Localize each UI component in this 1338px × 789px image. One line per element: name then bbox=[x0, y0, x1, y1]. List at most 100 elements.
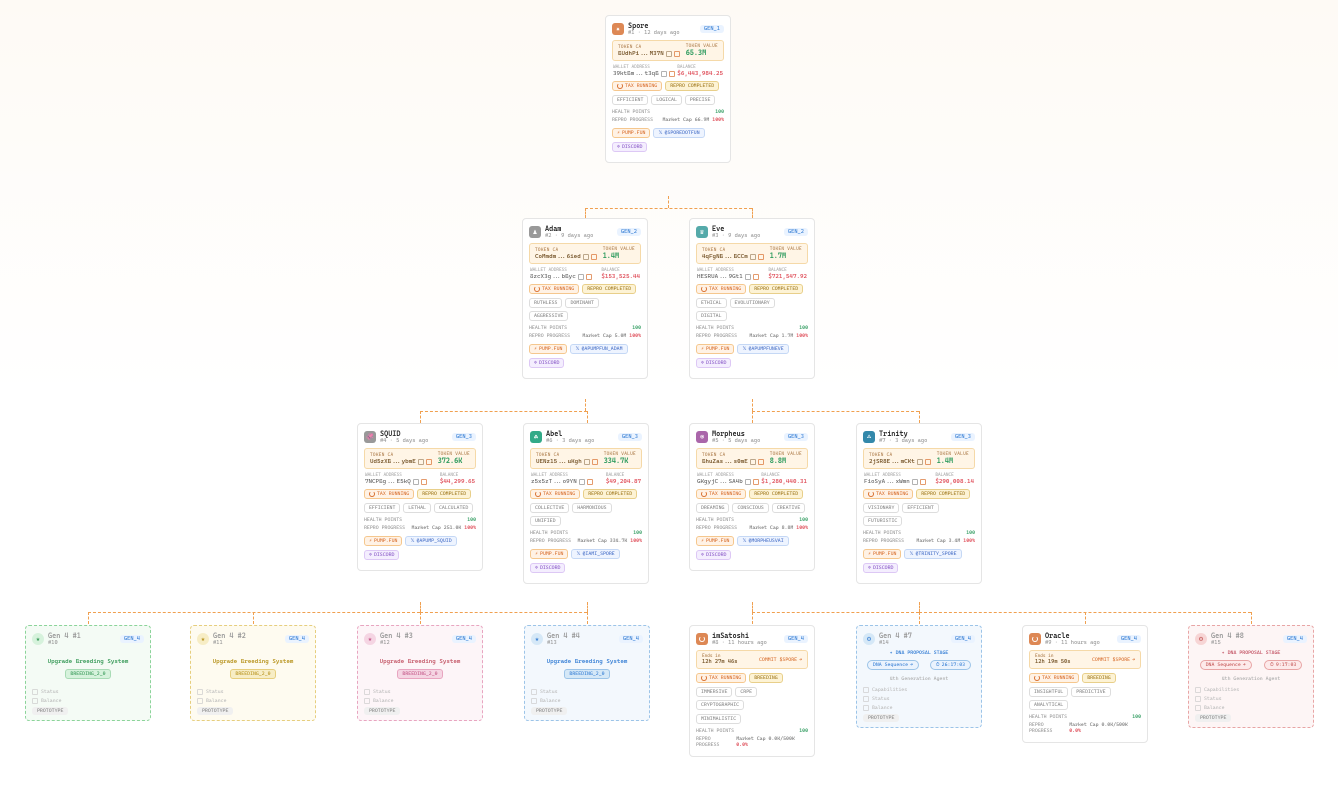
connector bbox=[752, 602, 753, 612]
agent-meta: #1 · 12 days ago bbox=[628, 30, 680, 36]
copy-icon[interactable] bbox=[579, 479, 585, 485]
star-icon: ★ bbox=[364, 633, 376, 645]
copy-icon[interactable] bbox=[745, 274, 751, 280]
copy-icon[interactable] bbox=[917, 459, 923, 465]
pumpfun-link[interactable]: PUMP.FUN bbox=[364, 536, 402, 546]
gear-icon: ⚙ bbox=[1195, 633, 1207, 645]
copy-icon[interactable] bbox=[666, 51, 672, 57]
dna-proposal-card[interactable]: ⚙Gen 4 #7#14GEN_4 ✦ DNA PROPOSAL STAGE D… bbox=[856, 625, 982, 728]
external-link-icon[interactable] bbox=[421, 479, 427, 485]
discord-link[interactable]: DISCORD bbox=[530, 563, 565, 573]
dna-sequence-button[interactable]: DNA Sequence → bbox=[1200, 660, 1252, 670]
ghost-status: Status bbox=[32, 689, 144, 695]
external-link-icon[interactable] bbox=[592, 459, 598, 465]
copy-icon[interactable] bbox=[750, 254, 756, 260]
star-icon: ★ bbox=[197, 633, 209, 645]
dna-sequence-button[interactable]: DNA Sequence → bbox=[867, 660, 919, 670]
discord-icon bbox=[617, 144, 620, 150]
connector bbox=[253, 612, 254, 624]
external-link-icon[interactable] bbox=[591, 254, 597, 260]
discord-link[interactable]: DISCORD bbox=[529, 358, 564, 368]
proposal-card[interactable]: ★Gen 4 #4#13GEN_4 Upgrade Breeding Syste… bbox=[524, 625, 650, 721]
x-link[interactable]: @MORPHEUSVAI bbox=[737, 536, 788, 546]
pumpfun-link[interactable]: PUMP.FUN bbox=[529, 344, 567, 354]
external-link-icon[interactable] bbox=[920, 479, 926, 485]
pumpfun-link[interactable]: PUMP.FUN bbox=[530, 549, 568, 559]
connector bbox=[919, 602, 920, 612]
avatar bbox=[696, 633, 708, 645]
agent-card-trinity[interactable]: △Trinity#7 · 3 days agoGEN_3 TOKEN CA2jS… bbox=[856, 423, 982, 584]
trait-pill: PRECISE bbox=[685, 95, 716, 105]
proposal-card[interactable]: ★Gen 4 #3#12GEN_4 Upgrade Breeding Syste… bbox=[357, 625, 483, 721]
discord-link[interactable]: DISCORD bbox=[612, 142, 647, 152]
copy-icon[interactable] bbox=[413, 479, 419, 485]
external-link-icon[interactable] bbox=[758, 254, 764, 260]
proposal-card[interactable]: ★Gen 4 #1#10GEN_4 Upgrade Breeding Syste… bbox=[25, 625, 151, 721]
agent-card-imsatoshi[interactable]: imSatoshi#8 · 11 hours agoGEN_4 Ends in1… bbox=[689, 625, 815, 757]
copy-icon[interactable] bbox=[750, 459, 756, 465]
avatar bbox=[1029, 633, 1041, 645]
gen-tag: GEN_1 bbox=[700, 25, 724, 33]
copy-icon[interactable] bbox=[418, 459, 424, 465]
x-link[interactable]: @APUMPFUN_ADAM bbox=[570, 344, 627, 354]
x-link[interactable]: @SPOREDOTFUN bbox=[653, 128, 704, 138]
discord-link[interactable]: DISCORD bbox=[863, 563, 898, 573]
dna-proposal-card[interactable]: ⚙Gen 4 #8#15GEN_4 ✦ DNA PROPOSAL STAGE D… bbox=[1188, 625, 1314, 728]
connector bbox=[919, 612, 920, 624]
avatar: 🦑 bbox=[364, 431, 376, 443]
pumpfun-link[interactable]: PUMP.FUN bbox=[612, 128, 650, 138]
connector bbox=[752, 612, 919, 613]
commit-spore-button[interactable]: COMMIT $SPORE → bbox=[759, 657, 802, 663]
connector bbox=[420, 602, 421, 612]
prototype-pill: PROTOTYPE bbox=[32, 707, 68, 715]
copy-icon[interactable] bbox=[745, 479, 751, 485]
connector bbox=[88, 612, 89, 624]
bolt-icon bbox=[617, 130, 620, 136]
pumpfun-link[interactable]: PUMP.FUN bbox=[696, 344, 734, 354]
external-link-icon[interactable] bbox=[753, 479, 759, 485]
avatar: ◉ bbox=[696, 431, 708, 443]
external-link-icon[interactable] bbox=[586, 274, 592, 280]
external-link-icon[interactable] bbox=[587, 479, 593, 485]
copy-icon[interactable] bbox=[661, 71, 667, 77]
external-link-icon[interactable] bbox=[426, 459, 432, 465]
tax-running-pill: TAX RUNNING bbox=[612, 81, 662, 91]
ghost-balance: Balance bbox=[32, 698, 144, 704]
copy-icon[interactable] bbox=[912, 479, 918, 485]
external-link-icon[interactable] bbox=[758, 459, 764, 465]
agent-card-adam[interactable]: ♟ Adam#2 · 9 days ago GEN_2 TOKEN CACoMm… bbox=[522, 218, 648, 379]
copy-icon[interactable] bbox=[578, 274, 584, 280]
external-link-icon[interactable] bbox=[669, 71, 675, 77]
proposal-card[interactable]: ★Gen 4 #2#11GEN_4 Upgrade Breeding Syste… bbox=[190, 625, 316, 721]
agent-card-spore[interactable]: ✷ Spore #1 · 12 days ago GEN_1 TOKEN CAB… bbox=[605, 15, 731, 163]
x-link[interactable]: @TRINITY_SPORE bbox=[904, 549, 961, 559]
commit-spore-button[interactable]: COMMIT $SPORE → bbox=[1092, 657, 1135, 663]
agent-card-oracle[interactable]: Oracle#9 · 11 hours agoGEN_4 Ends in12h … bbox=[1022, 625, 1148, 743]
pumpfun-link[interactable]: PUMP.FUN bbox=[863, 549, 901, 559]
agent-card-squid[interactable]: 🦑SQUID#4 · 5 days agoGEN_3 TOKEN CAUd5zX… bbox=[357, 423, 483, 571]
external-link-icon[interactable] bbox=[674, 51, 680, 57]
discord-link[interactable]: DISCORD bbox=[696, 358, 731, 368]
x-link[interactable]: @IAMI_SPORE bbox=[571, 549, 619, 559]
discord-link[interactable]: DISCORD bbox=[696, 550, 731, 560]
connector bbox=[919, 411, 920, 423]
x-link[interactable]: @APUMPFUNEVE bbox=[737, 344, 788, 354]
agent-card-morpheus[interactable]: ◉Morpheus#5 · 5 days agoGEN_3 TOKEN CABh… bbox=[689, 423, 815, 571]
copy-icon[interactable] bbox=[583, 254, 589, 260]
gear-icon: ⚙ bbox=[863, 633, 875, 645]
x-link[interactable]: @APUMP_SQUID bbox=[405, 536, 456, 546]
connector bbox=[420, 411, 587, 412]
discord-link[interactable]: DISCORD bbox=[364, 550, 399, 560]
capabilities-icon bbox=[863, 687, 869, 693]
pumpfun-link[interactable]: PUMP.FUN bbox=[696, 536, 734, 546]
connector bbox=[1085, 612, 1086, 624]
copy-icon[interactable] bbox=[584, 459, 590, 465]
external-link-icon[interactable] bbox=[925, 459, 931, 465]
connector bbox=[587, 602, 588, 612]
timer-pill: ⏱ 26:17:03 bbox=[930, 660, 971, 670]
connector bbox=[587, 612, 588, 624]
agent-card-abel[interactable]: ☘Abel#6 · 3 days agoGEN_3 TOKEN CAUENz15… bbox=[523, 423, 649, 584]
external-link-icon[interactable] bbox=[753, 274, 759, 280]
repro-completed-pill: REPRO COMPLETED bbox=[665, 81, 719, 91]
agent-card-eve[interactable]: ♛ Eve#3 · 9 days ago GEN_2 TOKEN CA4qFgN… bbox=[689, 218, 815, 379]
